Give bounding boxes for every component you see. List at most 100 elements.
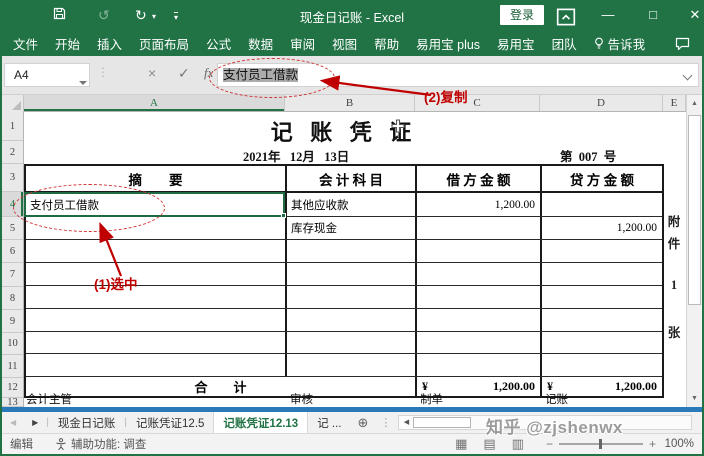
- page-break-view-icon[interactable]: ▥: [512, 436, 524, 452]
- signature-preparer[interactable]: 制单: [420, 391, 443, 407]
- row-header-3[interactable]: 3: [2, 164, 23, 192]
- tab-insert[interactable]: 插入: [97, 34, 122, 53]
- tab-yiyongbao-plus[interactable]: 易用宝 plus: [416, 34, 480, 53]
- cell-d11[interactable]: [542, 354, 662, 376]
- cell-c11[interactable]: [417, 354, 542, 376]
- cell-a9[interactable]: [26, 309, 287, 331]
- cell-d5[interactable]: 1,200.00: [542, 217, 662, 239]
- tab-team[interactable]: 团队: [552, 34, 577, 53]
- row-header-2[interactable]: 2: [2, 141, 23, 164]
- fill-handle[interactable]: [281, 213, 286, 218]
- cancel-entry-icon[interactable]: ×: [148, 65, 156, 81]
- zoom-slider-thumb[interactable]: [599, 439, 602, 449]
- zoom-out-icon[interactable]: −: [540, 437, 559, 451]
- signature-reviewer[interactable]: 审核: [290, 391, 313, 407]
- minimize-button[interactable]: —: [597, 6, 619, 24]
- tab-yiyongbao[interactable]: 易用宝: [497, 34, 535, 53]
- header-account[interactable]: 会 计 科 目: [287, 166, 417, 191]
- ribbon-display-options-icon[interactable]: [555, 8, 577, 26]
- cell-c6[interactable]: [417, 240, 542, 262]
- cell-a7[interactable]: [26, 263, 287, 285]
- header-debit[interactable]: 借 方 金 额: [417, 166, 542, 191]
- signature-bookkeeper[interactable]: 记账: [545, 391, 568, 407]
- tab-help[interactable]: 帮助: [374, 34, 399, 53]
- column-header-a[interactable]: A: [24, 95, 285, 111]
- confirm-entry-icon[interactable]: ✓: [178, 65, 190, 82]
- new-sheet-icon[interactable]: ⊕: [350, 415, 375, 431]
- vertical-scrollbar[interactable]: ▲ ▼: [686, 95, 702, 407]
- cell-c4[interactable]: 1,200.00: [417, 193, 542, 216]
- scroll-up-icon[interactable]: ▲: [687, 96, 702, 111]
- tab-review[interactable]: 审阅: [290, 34, 315, 53]
- column-header-d[interactable]: D: [540, 95, 663, 111]
- cell-a6[interactable]: [26, 240, 287, 262]
- header-credit[interactable]: 贷 方 金 额: [542, 166, 662, 191]
- horizontal-scrollbar[interactable]: ◀: [398, 415, 692, 430]
- vertical-scroll-thumb[interactable]: [688, 115, 701, 305]
- signature-accounting-supervisor[interactable]: 会计主管: [26, 391, 72, 407]
- close-button[interactable]: ✕: [684, 6, 704, 24]
- tab-home[interactable]: 开始: [55, 34, 80, 53]
- cell-c9[interactable]: [417, 309, 542, 331]
- cell-c8[interactable]: [417, 286, 542, 308]
- cell-b7[interactable]: [287, 263, 417, 285]
- cell-b10[interactable]: [287, 332, 417, 353]
- cell-a10[interactable]: [26, 332, 287, 353]
- cell-d9[interactable]: [542, 309, 662, 331]
- accessibility-status[interactable]: 辅助功能: 调查: [71, 436, 146, 452]
- tab-page-layout[interactable]: 页面布局: [139, 34, 189, 53]
- cell-d8[interactable]: [542, 286, 662, 308]
- cell-c5[interactable]: [417, 217, 542, 239]
- normal-view-icon[interactable]: ▦: [455, 436, 467, 452]
- zoom-slider[interactable]: [559, 443, 643, 445]
- row-header-13[interactable]: 13: [2, 398, 23, 407]
- zoom-level[interactable]: 100%: [662, 438, 702, 450]
- sheet-nav-left-icon[interactable]: ◀: [2, 418, 24, 427]
- tab-tell-me[interactable]: 告诉我: [594, 34, 646, 53]
- tab-view[interactable]: 视图: [332, 34, 357, 53]
- sheet-tab-cash-journal[interactable]: 现金日记账: [49, 412, 125, 433]
- name-box[interactable]: A4: [4, 63, 90, 87]
- sheet-tab-partial[interactable]: 记 ...: [308, 412, 350, 433]
- scroll-left-icon[interactable]: ◀: [400, 416, 412, 429]
- zoom-in-icon[interactable]: +: [643, 437, 662, 451]
- voucher-date[interactable]: 2021年 12月 13日: [243, 146, 349, 165]
- horizontal-scroll-thumb[interactable]: [413, 417, 471, 428]
- sheet-tab-voucher-12-13[interactable]: 记账凭证12.13: [213, 412, 308, 433]
- cell-d6[interactable]: [542, 240, 662, 262]
- maximize-button[interactable]: □: [642, 6, 664, 24]
- cell-b11[interactable]: [287, 354, 417, 376]
- tab-data[interactable]: 数据: [248, 34, 273, 53]
- cell-c10[interactable]: [417, 332, 542, 353]
- voucher-number[interactable]: 第 007 号: [560, 146, 616, 165]
- row-header-8[interactable]: 8: [2, 287, 23, 310]
- login-button[interactable]: 登录: [500, 5, 544, 25]
- row-header-6[interactable]: 6: [2, 240, 23, 263]
- row-header-11[interactable]: 11: [2, 355, 23, 378]
- cell-b9[interactable]: [287, 309, 417, 331]
- page-layout-view-icon[interactable]: ▤: [483, 436, 495, 452]
- row-header-9[interactable]: 9: [2, 310, 23, 333]
- scroll-down-icon[interactable]: ▼: [687, 391, 702, 406]
- cell-d7[interactable]: [542, 263, 662, 285]
- row-header-12[interactable]: 12: [2, 378, 23, 398]
- cell-c7[interactable]: [417, 263, 542, 285]
- cell-b5[interactable]: 库存现金: [287, 217, 417, 239]
- total-label[interactable]: 合 计: [26, 377, 417, 396]
- row-header-1[interactable]: 1: [2, 112, 23, 141]
- cell-d4[interactable]: [542, 193, 662, 216]
- column-header-b[interactable]: B: [285, 95, 415, 111]
- formula-bar-expand-icon[interactable]: [683, 71, 693, 81]
- comments-icon[interactable]: [675, 37, 690, 50]
- sheet-nav-right-icon[interactable]: ▶: [24, 418, 46, 427]
- cell-b6[interactable]: [287, 240, 417, 262]
- cell-b8[interactable]: [287, 286, 417, 308]
- column-header-e[interactable]: E: [663, 95, 686, 111]
- select-all-corner[interactable]: [2, 95, 24, 112]
- name-box-dropdown-icon[interactable]: [79, 81, 87, 85]
- row-header-5[interactable]: 5: [2, 217, 23, 240]
- tab-file[interactable]: 文件: [13, 34, 38, 53]
- row-header-10[interactable]: 10: [2, 333, 23, 355]
- row-header-7[interactable]: 7: [2, 263, 23, 287]
- cell-b4[interactable]: 其他应收款: [287, 193, 417, 216]
